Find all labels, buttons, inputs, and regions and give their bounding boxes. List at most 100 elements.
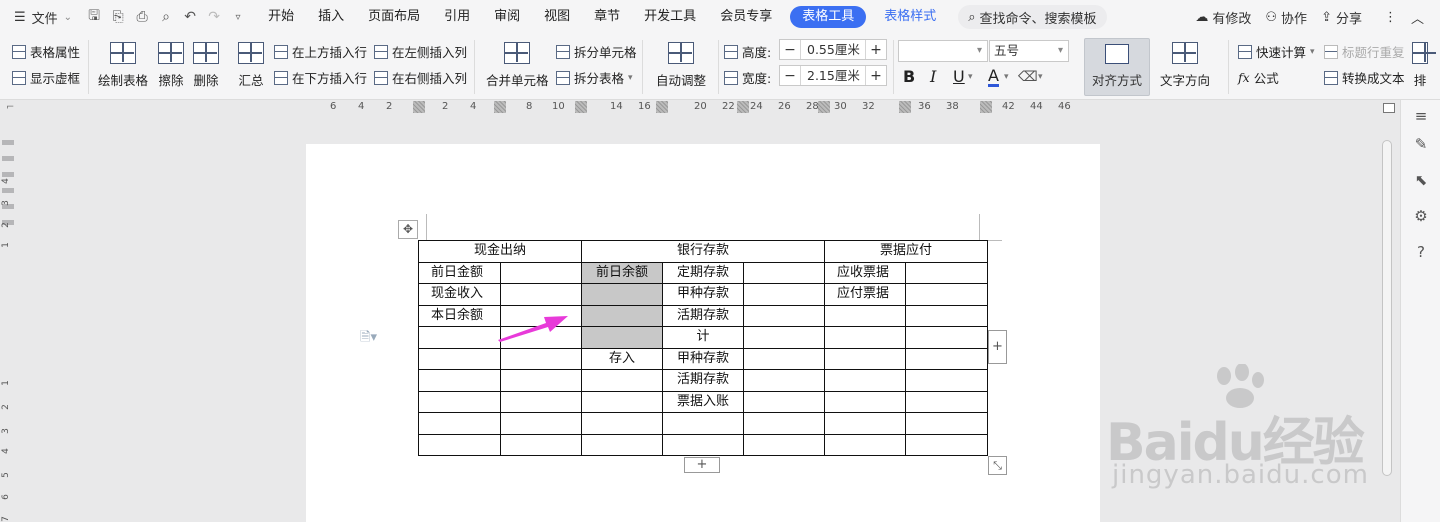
table-cell[interactable] [824,412,906,435]
font-color-button[interactable]: A [988,67,999,87]
table-cell[interactable] [743,261,825,284]
tab-table-style[interactable]: 表格样式 [872,0,948,34]
table-cell[interactable]: 计 [662,326,744,349]
help-icon[interactable]: ? [1411,242,1431,262]
font-size-select[interactable]: 五号 [989,40,1069,62]
print-icon[interactable]: ⎙ [130,5,154,29]
table-cell[interactable]: 前日金额 [418,261,501,284]
undo-icon[interactable]: ↶ [178,5,202,29]
insert-row-below-button[interactable]: 在下方插入行 [274,68,367,87]
chevron-down-icon[interactable]: ▾ [1004,72,1009,82]
split-table-button[interactable]: 拆分表格 ▾ [556,68,633,87]
plus-icon[interactable]: + [866,68,886,84]
sort-button[interactable]: 排 [1412,42,1436,89]
table-cell[interactable] [824,433,906,456]
table-cell[interactable] [581,390,663,413]
table-cell[interactable] [581,369,663,392]
tab-table-tools[interactable]: 表格工具 [790,6,867,28]
convert-to-text-button[interactable]: 转换成文本 [1324,68,1405,87]
table-cell[interactable]: 现金出纳 [418,240,582,263]
minus-icon[interactable]: − [780,68,800,84]
quick-calc-button[interactable]: 快速计算 ▾ [1238,42,1315,61]
vertical-ruler[interactable]: 4 3 2 1 1 2 3 4 5 6 7 [0,116,16,522]
table-cell[interactable] [743,347,825,370]
underline-button[interactable]: U [953,67,965,86]
table-cell[interactable] [905,412,988,435]
table-cell[interactable] [581,326,663,349]
menu-tab[interactable]: 视图 [532,0,582,34]
save-icon[interactable]: 🖫 [82,5,106,29]
chevron-down-icon[interactable]: ▾ [1038,72,1043,82]
table-cell[interactable] [418,433,501,456]
width-value[interactable]: 2.15厘米 [800,66,866,85]
table-cell[interactable]: 定期存款 [662,261,744,284]
table-cell[interactable] [743,326,825,349]
table-properties-button[interactable]: 表格属性 [12,42,80,61]
table-cell[interactable] [500,412,582,435]
settings-sliders-icon[interactable]: ⚙ [1411,206,1431,226]
delete-button[interactable]: 删除 [193,42,219,89]
ruler-column-marker[interactable] [899,101,911,113]
table-cell[interactable]: 存入 [581,347,663,370]
table-cell[interactable] [824,326,906,349]
table-cell[interactable] [905,261,988,284]
table-cell[interactable] [743,369,825,392]
table-cell[interactable]: 应付票据 [824,283,906,306]
table-cell[interactable]: 甲种存款 [662,347,744,370]
auto-adjust-button[interactable]: 自动调整 [656,42,706,89]
italic-button[interactable]: I [930,67,936,86]
table-cell[interactable] [581,304,663,327]
menu-tab[interactable]: 引用 [432,0,482,34]
insert-row-above-button[interactable]: 在上方插入行 [274,42,367,61]
width-spinner[interactable]: −2.15厘米 + [779,65,887,86]
table-cell[interactable] [500,283,582,306]
table-cell[interactable] [905,433,988,456]
table-cell[interactable] [905,347,988,370]
table-cell[interactable]: 票据入账 [662,390,744,413]
table-cell[interactable] [500,390,582,413]
table-cell[interactable] [905,283,988,306]
ruler-column-marker[interactable] [494,101,506,113]
formula-button[interactable]: fx 公式 [1238,68,1279,87]
ruler-column-marker[interactable] [737,101,749,113]
split-cells-button[interactable]: 拆分单元格 [556,42,637,61]
height-spinner[interactable]: −0.55厘米 + [779,39,887,60]
font-name-select[interactable] [898,40,988,62]
merge-cells-button[interactable]: 合并单元格 [486,42,549,89]
highlight-icon[interactable]: ⌫ [1018,69,1038,85]
redo-icon[interactable]: ↷ [202,5,226,29]
table-cell[interactable]: 应收票据 [824,261,906,284]
ruler-toggle-icon[interactable] [1383,103,1395,113]
table-resize-handle[interactable]: ⤡ [988,456,1007,475]
table-cell[interactable]: 活期存款 [662,369,744,392]
repeat-header-button[interactable]: 标题行重复 [1324,42,1405,61]
collapse-ribbon-icon[interactable]: ︿ [1411,8,1424,27]
cursor-select-icon[interactable]: ⬉ [1411,170,1431,190]
table-cell[interactable] [743,412,825,435]
table-cell[interactable] [418,326,501,349]
edit-pen-icon[interactable]: ✎ [1411,134,1431,154]
command-search[interactable]: ⌕ 查找命令、搜索模板 [958,5,1107,29]
menu-tab[interactable]: 页面布局 [356,0,432,34]
plus-icon[interactable]: + [866,42,886,58]
table-cell[interactable] [500,347,582,370]
menu-lines-icon[interactable]: ≡ [1411,106,1431,126]
table-cell[interactable] [743,283,825,306]
table-cell[interactable] [418,347,501,370]
table-cell[interactable] [662,433,744,456]
menu-tab[interactable]: 审阅 [482,0,532,34]
menu-tab[interactable]: 开发工具 [632,0,708,34]
minus-icon[interactable]: − [780,42,800,58]
add-row-button[interactable]: + [684,457,720,473]
table-cell[interactable]: 银行存款 [581,240,825,263]
table-cell[interactable]: 本日余额 [418,304,501,327]
table-cell[interactable] [418,369,501,392]
table-cell[interactable] [905,304,988,327]
document-table[interactable]: 现金出纳 银行存款 票据应付 前日金额 前日余额 定期存款 应收票据 现金收入 甲种存款 应付票据… [418,240,988,456]
table-move-handle[interactable]: ✥ [398,220,418,239]
table-cell[interactable]: 活期存款 [662,304,744,327]
table-cell[interactable] [662,412,744,435]
more-icon[interactable]: ⋮ [1384,10,1397,25]
table-cell[interactable] [743,390,825,413]
align-button[interactable]: 对齐方式 [1084,38,1150,96]
